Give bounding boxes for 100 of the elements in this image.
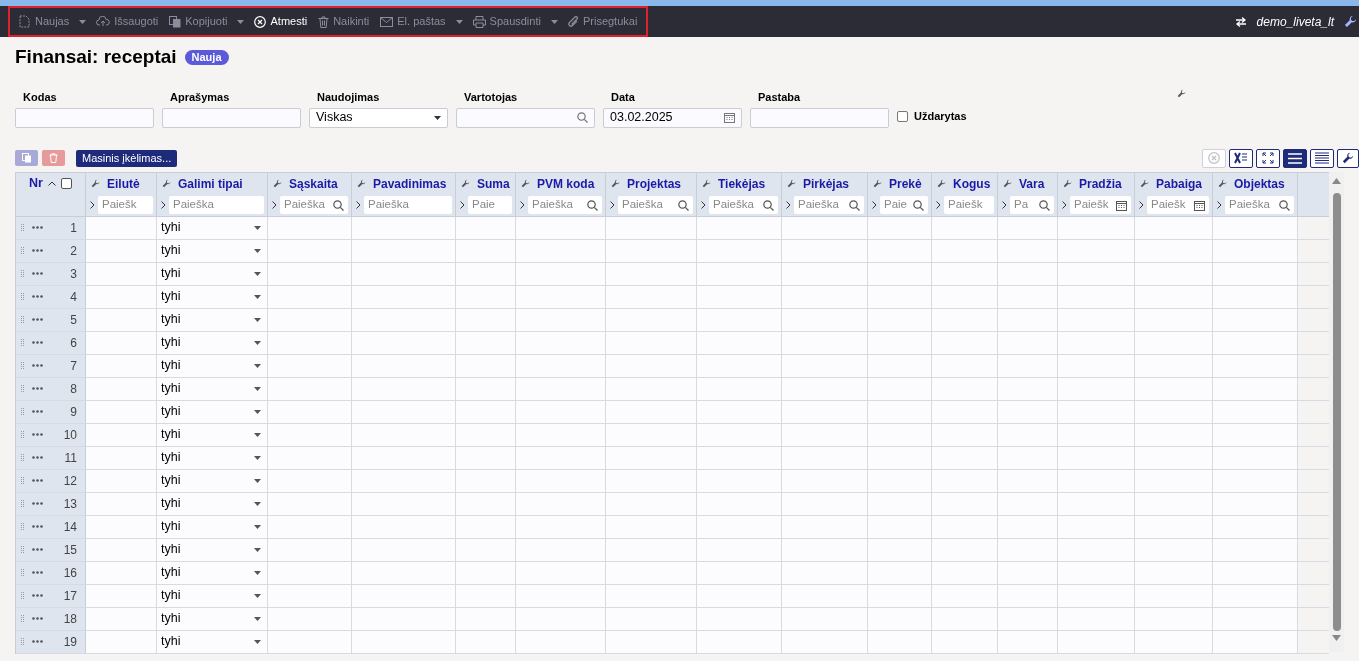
table-cell[interactable]	[697, 469, 782, 492]
table-cell[interactable]	[606, 423, 697, 446]
wrench-icon[interactable]	[1063, 179, 1072, 188]
table-cell[interactable]	[932, 515, 998, 538]
table-cell[interactable]	[456, 515, 516, 538]
filter-field[interactable]: Pa	[1010, 196, 1054, 214]
table-cell[interactable]	[268, 423, 352, 446]
table-cell[interactable]	[1058, 492, 1135, 515]
type-select[interactable]: tyhi	[157, 354, 268, 377]
table-cell[interactable]	[1213, 561, 1298, 584]
table-cell[interactable]	[86, 423, 157, 446]
table-cell[interactable]	[1058, 515, 1135, 538]
more-icon[interactable]	[32, 341, 43, 344]
table-cell[interactable]	[86, 538, 157, 561]
table-cell[interactable]	[1213, 216, 1298, 239]
filter-field[interactable]: Paiešk	[944, 196, 994, 214]
column-header[interactable]: Eilutė	[107, 174, 140, 193]
table-cell[interactable]	[352, 561, 456, 584]
table-cell[interactable]	[1213, 446, 1298, 469]
table-cell[interactable]	[456, 538, 516, 561]
table-cell[interactable]	[782, 561, 868, 584]
table-cell[interactable]	[1058, 308, 1135, 331]
table-cell[interactable]	[868, 285, 932, 308]
table-cell[interactable]	[268, 308, 352, 331]
table-cell[interactable]	[606, 331, 697, 354]
table-cell[interactable]	[868, 423, 932, 446]
checkbox[interactable]	[897, 110, 908, 122]
table-cell[interactable]	[782, 216, 868, 239]
table-cell[interactable]	[782, 354, 868, 377]
table-cell[interactable]	[782, 469, 868, 492]
table-cell[interactable]	[456, 285, 516, 308]
table-cell[interactable]	[516, 561, 606, 584]
more-icon[interactable]	[32, 502, 43, 505]
more-icon[interactable]	[32, 226, 43, 229]
table-cell[interactable]	[268, 354, 352, 377]
table-cell[interactable]	[782, 607, 868, 630]
table-cell[interactable]	[1135, 561, 1213, 584]
table-cell[interactable]	[456, 354, 516, 377]
more-icon[interactable]	[32, 387, 43, 390]
drag-handle-icon[interactable]	[21, 339, 24, 346]
more-icon[interactable]	[32, 548, 43, 551]
input-field[interactable]	[15, 107, 154, 128]
more-icon[interactable]	[32, 410, 43, 413]
table-cell[interactable]	[1213, 607, 1298, 630]
table-cell[interactable]	[998, 400, 1058, 423]
filter-field[interactable]: Paie	[468, 196, 512, 214]
table-cell[interactable]	[1213, 285, 1298, 308]
drag-handle-icon[interactable]	[21, 247, 24, 254]
bulk-upload-button[interactable]: Masinis įkėlimas...	[76, 149, 178, 167]
input-field[interactable]	[162, 107, 301, 128]
table-cell[interactable]	[1135, 377, 1213, 400]
table-cell[interactable]	[86, 584, 157, 607]
table-cell[interactable]	[1058, 285, 1135, 308]
table-cell[interactable]	[1135, 239, 1213, 262]
table-cell[interactable]	[606, 538, 697, 561]
table-cell[interactable]	[1213, 354, 1298, 377]
table-cell[interactable]	[868, 400, 932, 423]
table-cell[interactable]	[456, 492, 516, 515]
table-cell[interactable]	[998, 354, 1058, 377]
view-button[interactable]	[1283, 148, 1307, 168]
table-cell[interactable]	[268, 331, 352, 354]
table-cell[interactable]	[697, 400, 782, 423]
table-cell[interactable]	[352, 377, 456, 400]
table-cell[interactable]	[516, 400, 606, 423]
type-select[interactable]: tyhi	[157, 561, 268, 584]
more-icon[interactable]	[32, 479, 43, 482]
table-cell[interactable]	[1058, 377, 1135, 400]
column-header[interactable]: Pabaiga	[1156, 174, 1203, 193]
wrench-icon[interactable]	[273, 179, 282, 188]
table-cell[interactable]	[998, 469, 1058, 492]
table-cell[interactable]	[1213, 538, 1298, 561]
column-header[interactable]: Kogus	[953, 174, 991, 193]
view-button[interactable]	[1310, 148, 1334, 168]
table-cell[interactable]	[868, 446, 932, 469]
table-cell[interactable]	[606, 400, 697, 423]
table-cell[interactable]	[1058, 584, 1135, 607]
drag-handle-icon[interactable]	[21, 362, 24, 369]
table-cell[interactable]	[86, 561, 157, 584]
type-select[interactable]: tyhi	[157, 216, 268, 239]
table-cell[interactable]	[352, 331, 456, 354]
column-header[interactable]: Pirkėjas	[803, 174, 850, 193]
table-cell[interactable]	[86, 216, 157, 239]
type-select[interactable]: tyhi	[157, 515, 268, 538]
table-cell[interactable]	[606, 469, 697, 492]
table-cell[interactable]	[998, 239, 1058, 262]
table-cell[interactable]	[868, 515, 932, 538]
column-header[interactable]: PVM koda	[537, 174, 595, 193]
table-cell[interactable]	[998, 630, 1058, 653]
table-cell[interactable]	[268, 538, 352, 561]
table-cell[interactable]	[697, 515, 782, 538]
table-cell[interactable]	[268, 446, 352, 469]
more-icon[interactable]	[32, 525, 43, 528]
wrench-icon[interactable]	[1344, 15, 1357, 28]
table-cell[interactable]	[1135, 423, 1213, 446]
table-cell[interactable]	[998, 262, 1058, 285]
table-cell[interactable]	[998, 492, 1058, 515]
type-select[interactable]: tyhi	[157, 446, 268, 469]
column-header[interactable]: Pradžia	[1079, 174, 1122, 193]
table-cell[interactable]	[516, 262, 606, 285]
column-header[interactable]: Tiekėjas	[718, 174, 766, 193]
